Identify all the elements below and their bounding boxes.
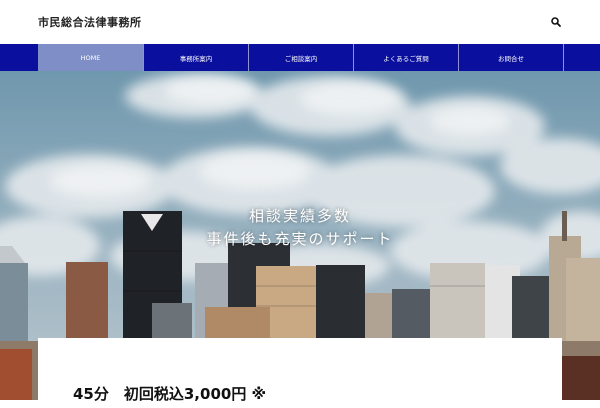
- search-icon: [551, 17, 561, 27]
- nav-item-contact[interactable]: お問合せ: [458, 44, 563, 71]
- nav-item-faq[interactable]: よくあるご質問: [353, 44, 458, 71]
- nav-item-office[interactable]: 事務所案内: [143, 44, 248, 71]
- nav-spacer-left: [0, 44, 38, 71]
- main-nav: HOME 事務所案内 ご相談案内 よくあるご質問 お問合せ: [0, 44, 600, 71]
- site-header: 市民総合法律事務所: [0, 0, 600, 44]
- hero-line-1: 相談実績多数: [248, 207, 351, 225]
- nav-spacer-right: [563, 44, 600, 71]
- nav-item-consultation[interactable]: ご相談案内: [248, 44, 353, 71]
- pricing-title: 45分 初回税込3,000円 ※: [73, 385, 267, 403]
- hero-line-2: 事件後も充実のサポート: [206, 230, 394, 248]
- pricing-card: 45分 初回税込3,000円 ※: [38, 338, 562, 408]
- site-title[interactable]: 市民総合法律事務所: [38, 14, 142, 30]
- nav-item-home[interactable]: HOME: [38, 44, 143, 71]
- hero-headline: 相談実績多数 事件後も充実のサポート: [0, 205, 600, 251]
- search-button[interactable]: [549, 14, 563, 28]
